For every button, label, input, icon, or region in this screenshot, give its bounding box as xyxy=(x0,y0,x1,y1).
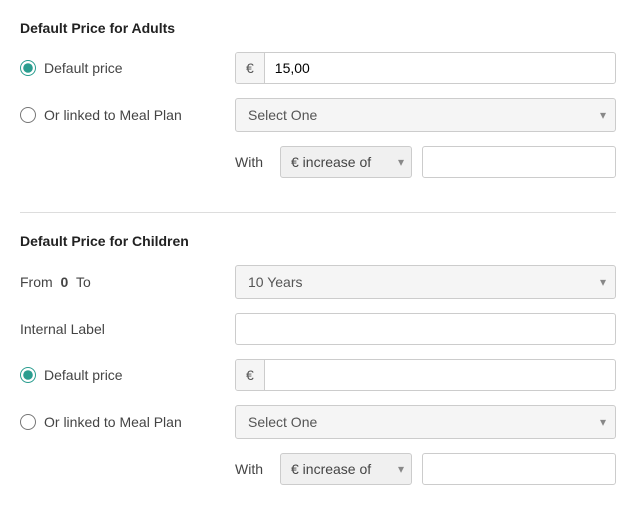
children-to-label: To xyxy=(76,274,91,290)
adults-meal-plan-label-wrapper: Or linked to Meal Plan xyxy=(20,107,235,123)
children-meal-plan-select-wrapper: Select One ▾ xyxy=(235,405,616,439)
adults-meal-plan-row: Or linked to Meal Plan Select One ▾ xyxy=(20,98,616,132)
adults-currency-symbol: € xyxy=(236,53,265,83)
adults-section-title: Default Price for Adults xyxy=(20,20,616,36)
adults-with-row: With € increase of % increase of € decre… xyxy=(235,146,616,178)
children-default-price-label-wrapper: Default price xyxy=(20,367,235,383)
children-default-price-label: Default price xyxy=(44,367,123,383)
children-default-price-row: Default price € xyxy=(20,359,616,391)
children-with-label: With xyxy=(235,461,270,477)
children-from-label-wrapper: From 0 To xyxy=(20,274,235,290)
adults-default-price-radio[interactable] xyxy=(20,60,36,76)
adults-meal-plan-select-wrapper: Select One ▾ xyxy=(235,98,616,132)
children-currency-symbol: € xyxy=(236,360,265,390)
children-meal-plan-radio[interactable] xyxy=(20,414,36,430)
adults-meal-plan-select[interactable]: Select One xyxy=(235,98,616,132)
adults-price-input-group: € xyxy=(235,52,616,84)
children-increase-select-wrapper: € increase of % increase of € decrease o… xyxy=(280,453,412,485)
children-internal-label-input-wrapper xyxy=(235,313,616,345)
adults-with-label: With xyxy=(235,154,270,170)
adults-default-price-row: Default price € xyxy=(20,52,616,84)
children-price-input[interactable] xyxy=(265,360,615,390)
adults-increase-amount-input[interactable] xyxy=(422,146,616,178)
children-years-select-container: 10 Years 1 Year 2 Years 5 Years 12 Years… xyxy=(235,265,616,299)
children-years-select[interactable]: 10 Years 1 Year 2 Years 5 Years 12 Years… xyxy=(235,265,616,299)
children-internal-label-row: Internal Label xyxy=(20,313,616,345)
adults-meal-plan-label: Or linked to Meal Plan xyxy=(44,107,182,123)
adults-default-price-label-wrapper: Default price xyxy=(20,60,235,76)
children-from-to-row: From 0 To 10 Years 1 Year 2 Years 5 Year… xyxy=(20,265,616,299)
children-meal-plan-select[interactable]: Select One xyxy=(235,405,616,439)
children-from-value: 0 xyxy=(60,274,68,290)
children-section-title: Default Price for Children xyxy=(20,233,616,249)
children-default-price-input-wrapper: € xyxy=(235,359,616,391)
children-with-row: With € increase of % increase of € decre… xyxy=(235,453,616,485)
children-meal-plan-label: Or linked to Meal Plan xyxy=(44,414,182,430)
children-from-label: From xyxy=(20,274,53,290)
children-meal-plan-select-container: Select One ▾ xyxy=(235,405,616,439)
adults-increase-select[interactable]: € increase of % increase of € decrease o… xyxy=(280,146,412,178)
children-default-price-radio[interactable] xyxy=(20,367,36,383)
children-price-input-group: € xyxy=(235,359,616,391)
adults-meal-plan-select-container: Select One ▾ xyxy=(235,98,616,132)
children-internal-label-input[interactable] xyxy=(235,313,616,345)
adults-default-price-label: Default price xyxy=(44,60,123,76)
children-years-select-wrapper: 10 Years 1 Year 2 Years 5 Years 12 Years… xyxy=(235,265,616,299)
adults-meal-plan-radio[interactable] xyxy=(20,107,36,123)
children-meal-plan-row: Or linked to Meal Plan Select One ▾ xyxy=(20,405,616,439)
children-internal-label-label: Internal Label xyxy=(20,321,235,337)
children-section: Default Price for Children From 0 To 10 … xyxy=(0,213,636,519)
adults-increase-select-wrapper: € increase of % increase of € decrease o… xyxy=(280,146,412,178)
children-increase-select[interactable]: € increase of % increase of € decrease o… xyxy=(280,453,412,485)
adults-default-price-input-wrapper: € xyxy=(235,52,616,84)
children-meal-plan-label-wrapper: Or linked to Meal Plan xyxy=(20,414,235,430)
children-increase-amount-input[interactable] xyxy=(422,453,616,485)
adults-price-input[interactable] xyxy=(265,53,615,83)
adults-section: Default Price for Adults Default price €… xyxy=(0,0,636,212)
